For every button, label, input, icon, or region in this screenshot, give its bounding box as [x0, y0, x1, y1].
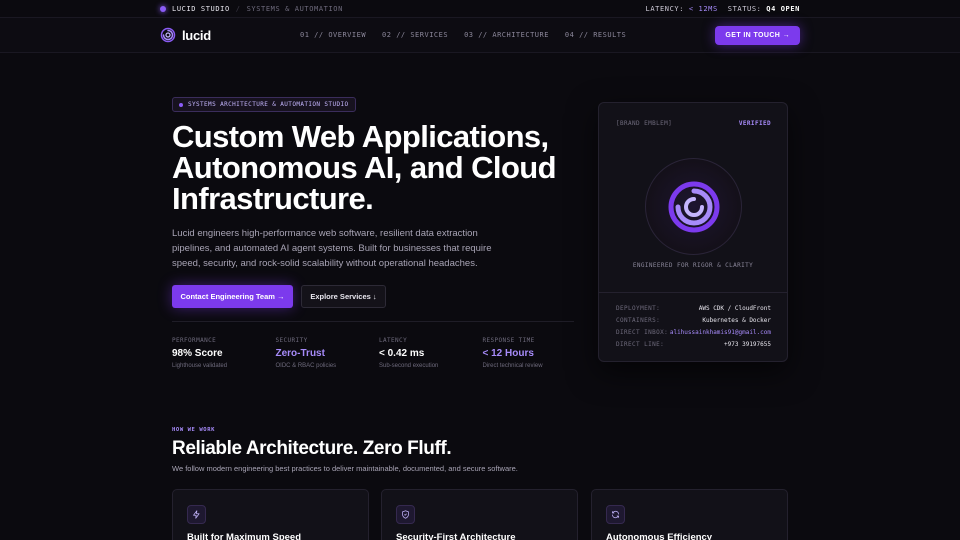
feature-card-security: Security-First Architecture [381, 489, 578, 540]
card-header: [BRAND EMBLEM] VERIFIED [616, 120, 771, 127]
stat-value: 98% Score [172, 348, 223, 359]
feature-card-efficiency: Autonomous Efficiency [591, 489, 788, 540]
hero-badge-text: SYSTEMS ARCHITECTURE & AUTOMATION STUDIO [188, 101, 349, 108]
explore-services-button[interactable]: Explore Services ↓ [301, 285, 386, 308]
refresh-icon [606, 505, 625, 524]
latency-label: LATENCY: [645, 4, 685, 13]
stat-label: RESPONSE TIME [482, 337, 535, 344]
section-title: Reliable Architecture. Zero Fluff. [172, 438, 452, 459]
card-row-key: DIRECT INBOX: [616, 328, 669, 336]
status-value: Q4 OPEN [766, 4, 800, 13]
nav-link-services[interactable]: 02 // SERVICES [382, 31, 448, 39]
card-row-deployment: DEPLOYMENT: AWS CDK / CloudFront [616, 302, 771, 314]
card-row-value: AWS CDK / CloudFront [698, 304, 771, 312]
hero-title-line: Infrastructure. [172, 181, 374, 216]
nav-link-architecture[interactable]: 03 // ARCHITECTURE [464, 31, 549, 39]
hero-badge: SYSTEMS ARCHITECTURE & AUTOMATION STUDIO [172, 97, 356, 112]
feature-card-speed: Built for Maximum Speed [172, 489, 369, 540]
topbar-tagline: SYSTEMS & AUTOMATION [246, 4, 343, 13]
get-in-touch-button[interactable]: GET IN TOUCH → [715, 25, 800, 45]
feature-title: Autonomous Efficiency [606, 532, 713, 540]
stat-sub: Direct technical review [482, 363, 543, 369]
hero-stats: PERFORMANCE 98% Score Lighthouse validat… [172, 337, 586, 369]
nav-links: 01 // OVERVIEW 02 // SERVICES 03 // ARCH… [300, 31, 626, 39]
card-row-phone: DIRECT LINE: +973 39197655 [616, 338, 771, 350]
stat-label: PERFORMANCE [172, 337, 217, 344]
card-divider [599, 292, 787, 293]
stat-response-time: RESPONSE TIME < 12 Hours Direct technica… [483, 337, 587, 369]
logo-text: lucid [182, 27, 211, 43]
stat-value: Zero-Trust [275, 348, 325, 359]
stat-label: SECURITY [275, 337, 308, 344]
card-row-key: DIRECT LINE: [616, 340, 665, 348]
hero-title: Custom Web Applications, Autonomous AI, … [172, 121, 592, 214]
emblem-circle [645, 158, 742, 255]
nav-link-results[interactable]: 04 // RESULTS [565, 31, 626, 39]
feature-title: Built for Maximum Speed [187, 532, 302, 540]
stat-value: < 12 Hours [482, 348, 534, 359]
card-row-containers: CONTAINERS: Kubernetes & Docker [616, 314, 771, 326]
phone-link[interactable]: +973 39197655 [724, 341, 771, 348]
status-label: STATUS: [727, 4, 762, 13]
card-details: DEPLOYMENT: AWS CDK / CloudFront CONTAIN… [616, 302, 771, 350]
lightning-icon [187, 505, 206, 524]
topbar-separator: / [235, 4, 241, 13]
card-row-value: Kubernetes & Docker [702, 316, 771, 324]
card-row-key: DEPLOYMENT: [616, 304, 661, 312]
stat-sub: Lighthouse validated [172, 363, 228, 369]
topbar-brand: LUCID STUDIO [172, 4, 230, 13]
emblem-caption: ENGINEERED FOR RIGOR & CLARITY [632, 262, 754, 269]
stat-security: SECURITY Zero-Trust OIDC & RBAC policies [276, 337, 380, 369]
card-row-key: CONTAINERS: [616, 316, 661, 324]
hero-title-line: Autonomous AI, and Cloud [172, 150, 557, 185]
logo-link[interactable]: lucid [160, 27, 211, 43]
stat-sub: Sub-second execution [379, 363, 439, 369]
feature-title: Security-First Architecture [396, 532, 516, 540]
email-link[interactable]: alihussainkhamis91@gmail.com [670, 329, 771, 336]
status-dot-icon [160, 5, 166, 12]
lucid-logo-icon [160, 27, 176, 43]
stat-sub: OIDC & RBAC policies [275, 363, 337, 369]
card-header-label: [BRAND EMBLEM] [616, 120, 673, 127]
latency-value: < 12MS [688, 4, 718, 13]
stat-performance: PERFORMANCE 98% Score Lighthouse validat… [172, 337, 276, 369]
nav-link-overview[interactable]: 01 // OVERVIEW [300, 31, 366, 39]
brand-emblem-card: [BRAND EMBLEM] VERIFIED ENGINEERED FOR R… [598, 102, 788, 362]
stat-value: < 0.42 ms [379, 348, 425, 359]
main-nav: lucid 01 // OVERVIEW 02 // SERVICES 03 /… [0, 18, 960, 53]
hero-description: Lucid engineers high-performance web sof… [172, 228, 492, 269]
section-label: HOW WE WORK [172, 427, 216, 433]
lucid-emblem-icon [668, 181, 719, 232]
stat-latency: LATENCY < 0.42 ms Sub-second execution [379, 337, 483, 369]
hero-title-line: Custom Web Applications, [172, 119, 549, 154]
top-status-bar: LUCID STUDIO / SYSTEMS & AUTOMATION LATE… [0, 0, 960, 18]
section-description: We follow modern engineering best practi… [172, 464, 518, 473]
badge-dot-icon [179, 102, 183, 107]
hero-divider [172, 321, 574, 322]
verified-badge: VERIFIED [738, 120, 771, 127]
contact-engineering-team-button[interactable]: Contact Engineering Team → [172, 285, 293, 308]
card-row-inbox: DIRECT INBOX: alihussainkhamis91@gmail.c… [616, 326, 771, 338]
stat-label: LATENCY [379, 337, 408, 344]
shield-icon [396, 505, 415, 524]
